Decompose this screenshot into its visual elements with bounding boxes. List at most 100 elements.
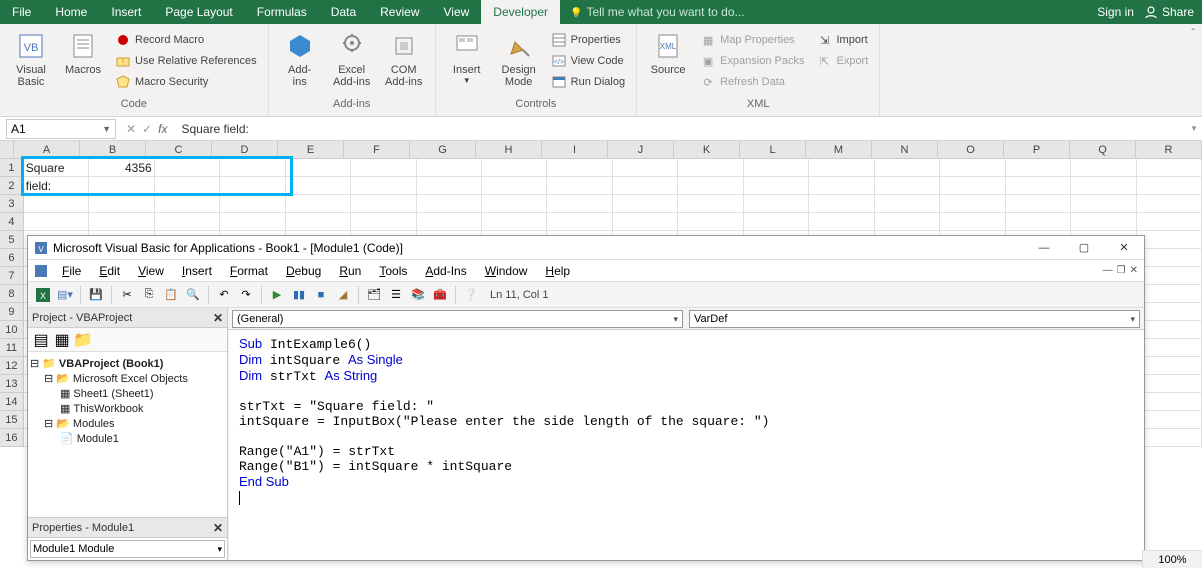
properties-object-select[interactable]: Module1 Module▾ bbox=[30, 540, 225, 558]
cell[interactable] bbox=[1137, 231, 1202, 249]
insert-module-icon[interactable]: ▤▾ bbox=[56, 286, 74, 304]
cell[interactable] bbox=[1137, 411, 1202, 429]
row-header[interactable]: 1 bbox=[0, 159, 24, 177]
vba-minimize-button[interactable]: ― bbox=[1024, 236, 1064, 260]
vba-close-button[interactable]: ✕ bbox=[1104, 236, 1144, 260]
cancel-formula-icon[interactable]: ✕ bbox=[126, 122, 136, 136]
vba-menu-window[interactable]: Window bbox=[477, 262, 536, 280]
toggle-folders-icon[interactable]: 📁 bbox=[74, 331, 92, 349]
row-header[interactable]: 16 bbox=[0, 429, 24, 447]
cell[interactable] bbox=[809, 195, 874, 213]
formula-bar-input[interactable]: Square field: bbox=[175, 120, 1186, 138]
cell[interactable] bbox=[678, 213, 743, 231]
column-header[interactable]: I bbox=[542, 141, 608, 158]
cut-icon[interactable]: ✂ bbox=[118, 286, 136, 304]
visual-basic-button[interactable]: VB Visual Basic bbox=[6, 28, 56, 98]
insert-control-button[interactable]: Insert▼ bbox=[442, 28, 492, 98]
use-relative-references-button[interactable]: !Use Relative References bbox=[112, 51, 260, 71]
cell[interactable] bbox=[1137, 303, 1202, 321]
cell[interactable] bbox=[1006, 177, 1071, 195]
macros-button[interactable]: Macros bbox=[58, 28, 108, 98]
help-icon[interactable]: ❔ bbox=[462, 286, 480, 304]
xml-source-button[interactable]: XMLSource bbox=[643, 28, 693, 98]
cell[interactable] bbox=[351, 195, 416, 213]
row-header[interactable]: 14 bbox=[0, 393, 24, 411]
vba-menu-help[interactable]: Help bbox=[537, 262, 578, 280]
cell[interactable] bbox=[940, 213, 1005, 231]
tab-review[interactable]: Review bbox=[368, 0, 431, 24]
code-editor[interactable]: Sub IntExample6() Dim intSquare As Singl… bbox=[228, 330, 1144, 560]
xml-import-button[interactable]: ⇲Import bbox=[813, 30, 871, 50]
name-box[interactable]: A1▼ bbox=[6, 119, 116, 139]
view-excel-icon[interactable]: X bbox=[34, 286, 52, 304]
cell[interactable] bbox=[482, 177, 547, 195]
accept-formula-icon[interactable]: ✓ bbox=[142, 122, 152, 136]
column-header[interactable]: M bbox=[806, 141, 872, 158]
cell[interactable] bbox=[547, 213, 612, 231]
cell[interactable] bbox=[875, 195, 940, 213]
cell[interactable] bbox=[613, 177, 678, 195]
copy-icon[interactable]: ⎘ bbox=[140, 286, 158, 304]
cell[interactable] bbox=[89, 195, 154, 213]
tab-insert[interactable]: Insert bbox=[99, 0, 153, 24]
toolbox-icon[interactable]: 🧰 bbox=[431, 286, 449, 304]
cell[interactable] bbox=[1137, 213, 1202, 231]
find-icon[interactable]: 🔍 bbox=[184, 286, 202, 304]
project-tree[interactable]: ⊟📁VBAProject (Book1) ⊟📂Microsoft Excel O… bbox=[28, 352, 227, 517]
run-dialog-button[interactable]: Run Dialog bbox=[548, 72, 628, 92]
cell[interactable] bbox=[875, 213, 940, 231]
macro-security-button[interactable]: Macro Security bbox=[112, 72, 260, 92]
zoom-level[interactable]: 100% bbox=[1142, 550, 1202, 568]
cell[interactable] bbox=[24, 195, 89, 213]
cell[interactable] bbox=[940, 159, 1005, 177]
code-object-dropdown[interactable]: (General)▾ bbox=[232, 310, 683, 328]
column-header[interactable]: N bbox=[872, 141, 938, 158]
column-header[interactable]: C bbox=[146, 141, 212, 158]
column-header[interactable]: H bbox=[476, 141, 542, 158]
design-mode-button[interactable]: Design Mode bbox=[494, 28, 544, 98]
row-header[interactable]: 15 bbox=[0, 411, 24, 429]
sign-in-link[interactable]: Sign in bbox=[1097, 5, 1134, 19]
cell[interactable] bbox=[547, 159, 612, 177]
expansion-packs-button[interactable]: ▣Expansion Packs bbox=[697, 51, 807, 71]
cell[interactable] bbox=[220, 213, 285, 231]
cell[interactable] bbox=[875, 177, 940, 195]
cell[interactable] bbox=[155, 213, 220, 231]
project-panel-close-button[interactable]: ✕ bbox=[213, 311, 223, 325]
vba-menu-format[interactable]: Format bbox=[222, 262, 276, 280]
vba-menu-file[interactable]: File bbox=[54, 262, 89, 280]
cell[interactable] bbox=[940, 195, 1005, 213]
undo-icon[interactable]: ↶ bbox=[215, 286, 233, 304]
cell[interactable] bbox=[809, 213, 874, 231]
cell[interactable] bbox=[286, 195, 351, 213]
tab-page-layout[interactable]: Page Layout bbox=[153, 0, 244, 24]
cell[interactable] bbox=[1137, 285, 1202, 303]
cell[interactable] bbox=[744, 213, 809, 231]
properties-window-icon[interactable]: ☰ bbox=[387, 286, 405, 304]
row-header[interactable]: 13 bbox=[0, 375, 24, 393]
tab-home[interactable]: Home bbox=[43, 0, 99, 24]
share-button[interactable]: Share bbox=[1144, 5, 1194, 19]
cell[interactable] bbox=[1006, 159, 1071, 177]
cell[interactable] bbox=[744, 159, 809, 177]
com-addins-button[interactable]: COM Add-ins bbox=[379, 28, 429, 98]
view-code-button[interactable]: </>View Code bbox=[548, 51, 628, 71]
row-header[interactable]: 5 bbox=[0, 231, 24, 249]
cell[interactable] bbox=[1137, 249, 1202, 267]
cell[interactable] bbox=[1137, 429, 1202, 447]
view-code-tree-icon[interactable]: ▤ bbox=[32, 331, 50, 349]
column-header[interactable]: F bbox=[344, 141, 410, 158]
cell[interactable] bbox=[1137, 357, 1202, 375]
cell[interactable] bbox=[613, 213, 678, 231]
cell[interactable] bbox=[547, 177, 612, 195]
tab-formulas[interactable]: Formulas bbox=[245, 0, 319, 24]
vba-menu-debug[interactable]: Debug bbox=[278, 262, 329, 280]
cell[interactable] bbox=[286, 177, 351, 195]
cell[interactable]: 4356 bbox=[89, 159, 154, 177]
break-icon[interactable]: ▮▮ bbox=[290, 286, 308, 304]
vba-menu-edit[interactable]: Edit bbox=[91, 262, 128, 280]
row-header[interactable]: 4 bbox=[0, 213, 24, 231]
save-icon[interactable]: 💾 bbox=[87, 286, 105, 304]
column-header[interactable]: O bbox=[938, 141, 1004, 158]
cell[interactable] bbox=[351, 213, 416, 231]
